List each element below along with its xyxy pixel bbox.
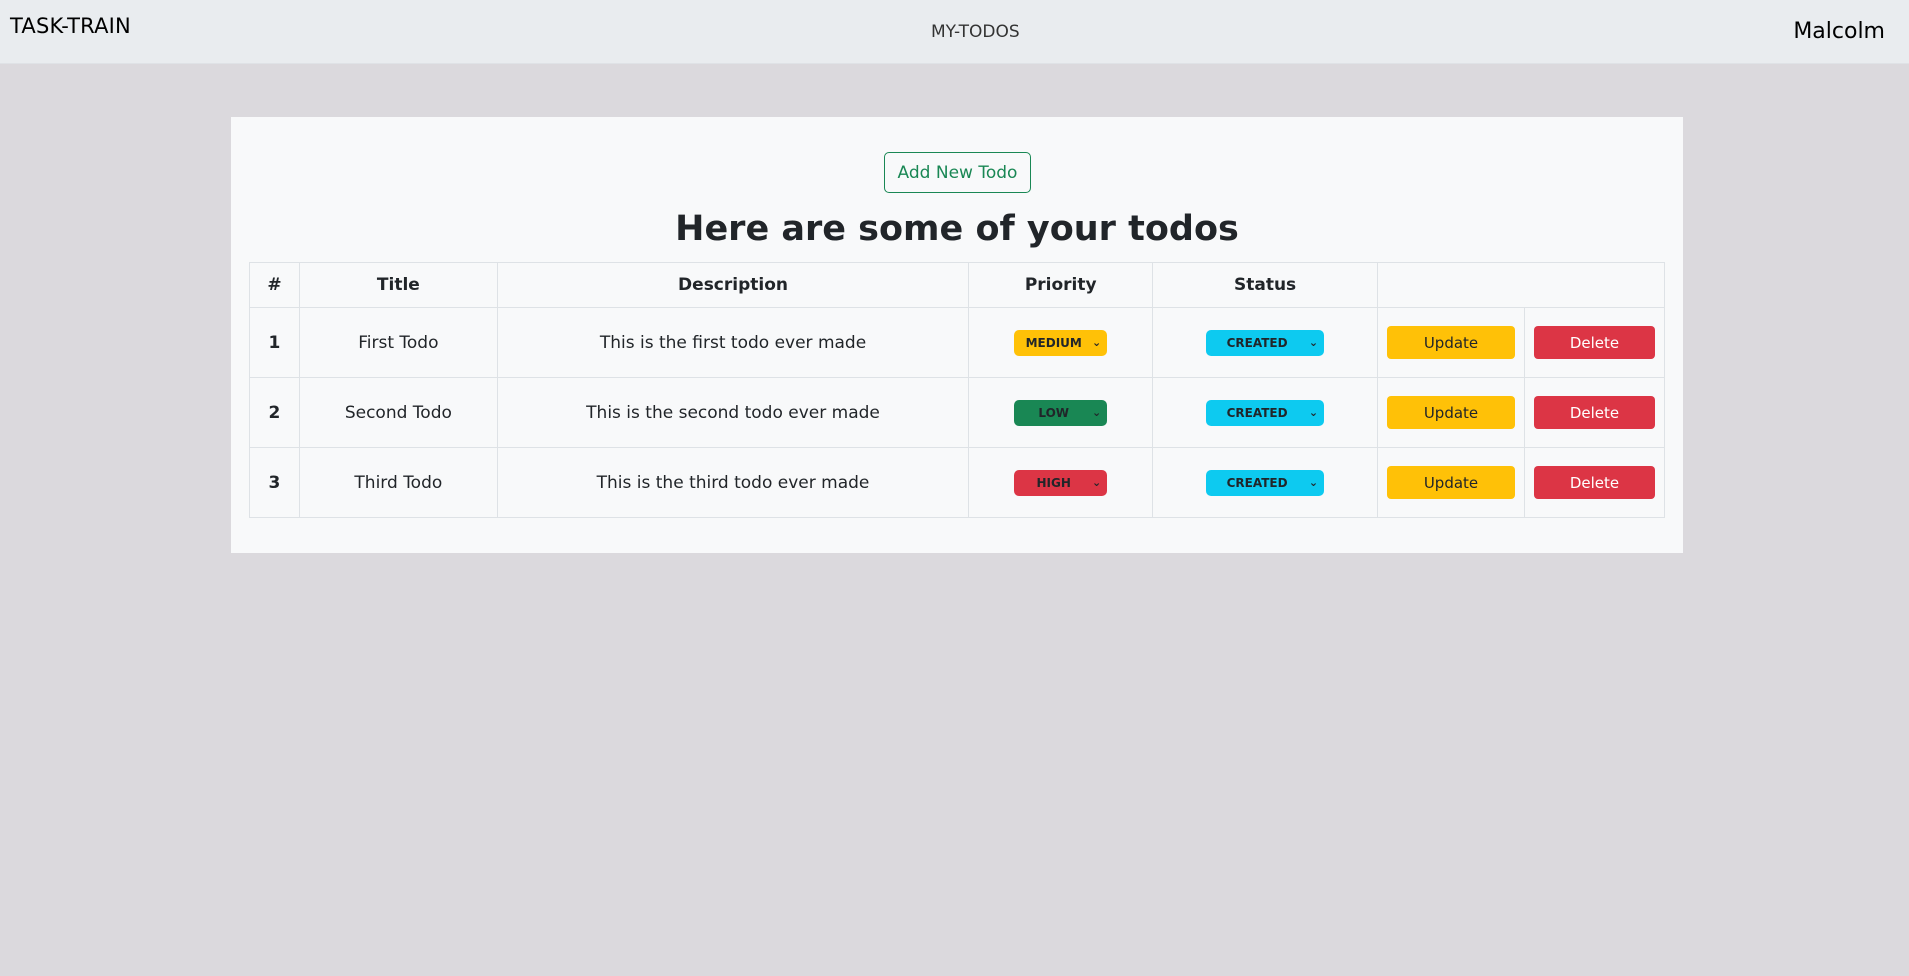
row-delete-cell: Delete [1523, 377, 1666, 448]
table-row: 2 Second Todo This is the second todo ev… [249, 377, 1666, 448]
row-priority-cell: LOW ⌄ [968, 377, 1154, 448]
row-update-cell: Update [1377, 307, 1525, 378]
status-select[interactable]: CREATED ⌄ [1206, 329, 1325, 356]
row-status-cell: CREATED ⌄ [1152, 307, 1379, 378]
chevron-down-icon: ⌄ [1308, 405, 1319, 419]
priority-value: MEDIUM [1025, 335, 1082, 350]
priority-value: LOW [1038, 405, 1070, 420]
delete-button[interactable]: Delete [1533, 326, 1655, 359]
row-number: 1 [249, 307, 300, 378]
column-header-actions [1377, 262, 1665, 308]
todos-card: Add New Todo Here are some of your todos… [231, 117, 1683, 553]
row-status-cell: CREATED ⌄ [1152, 377, 1379, 448]
todos-table: # Title Description Priority Status 1 Fi… [249, 262, 1666, 518]
row-description: This is the second todo ever made [496, 377, 970, 448]
row-delete-cell: Delete [1523, 307, 1666, 378]
row-update-cell: Update [1377, 377, 1525, 448]
priority-select[interactable]: LOW ⌄ [1014, 399, 1108, 426]
chevron-down-icon: ⌄ [1308, 335, 1319, 349]
table-row: 1 First Todo This is the first todo ever… [249, 307, 1666, 378]
delete-button[interactable]: Delete [1533, 396, 1655, 429]
status-value: CREATED [1226, 335, 1288, 350]
update-button[interactable]: Update [1387, 326, 1515, 359]
row-priority-cell: MEDIUM ⌄ [968, 307, 1154, 378]
status-select[interactable]: CREATED ⌄ [1206, 469, 1325, 496]
row-description: This is the first todo ever made [496, 307, 970, 378]
update-button[interactable]: Update [1387, 466, 1515, 499]
row-number: 3 [249, 447, 300, 518]
table-row: 3 Third Todo This is the third todo ever… [249, 447, 1666, 518]
row-title: Third Todo [298, 447, 498, 518]
add-new-todo-button[interactable]: Add New Todo [884, 152, 1031, 193]
priority-select[interactable]: MEDIUM ⌄ [1014, 329, 1108, 356]
column-header-number: # [249, 262, 300, 308]
row-title: Second Todo [298, 377, 498, 448]
row-description: This is the third todo ever made [496, 447, 970, 518]
navbar: TASK-TRAIN MY-TODOS Malcolm [0, 0, 1909, 64]
update-button[interactable]: Update [1387, 396, 1515, 429]
chevron-down-icon: ⌄ [1092, 335, 1102, 349]
user-name: Malcolm [1793, 19, 1885, 44]
page-title: Here are some of your todos [675, 209, 1239, 249]
column-header-description: Description [496, 262, 970, 308]
nav-link-my-todos[interactable]: MY-TODOS [931, 22, 1020, 42]
row-delete-cell: Delete [1523, 447, 1666, 518]
row-status-cell: CREATED ⌄ [1152, 447, 1379, 518]
status-value: CREATED [1226, 475, 1288, 490]
chevron-down-icon: ⌄ [1092, 475, 1102, 489]
table-header-row: # Title Description Priority Status [249, 262, 1665, 308]
brand-link[interactable]: TASK-TRAIN [10, 14, 131, 38]
chevron-down-icon: ⌄ [1308, 475, 1319, 489]
column-header-priority: Priority [968, 262, 1154, 308]
row-number: 2 [249, 377, 300, 448]
priority-select[interactable]: HIGH ⌄ [1014, 469, 1108, 496]
delete-button[interactable]: Delete [1533, 466, 1655, 499]
column-header-status: Status [1152, 262, 1379, 308]
chevron-down-icon: ⌄ [1092, 405, 1102, 419]
status-select[interactable]: CREATED ⌄ [1206, 399, 1325, 426]
row-title: First Todo [298, 307, 498, 378]
column-header-title: Title [298, 262, 498, 308]
status-value: CREATED [1226, 405, 1288, 420]
row-priority-cell: HIGH ⌄ [968, 447, 1154, 518]
row-update-cell: Update [1377, 447, 1525, 518]
priority-value: HIGH [1036, 475, 1071, 490]
